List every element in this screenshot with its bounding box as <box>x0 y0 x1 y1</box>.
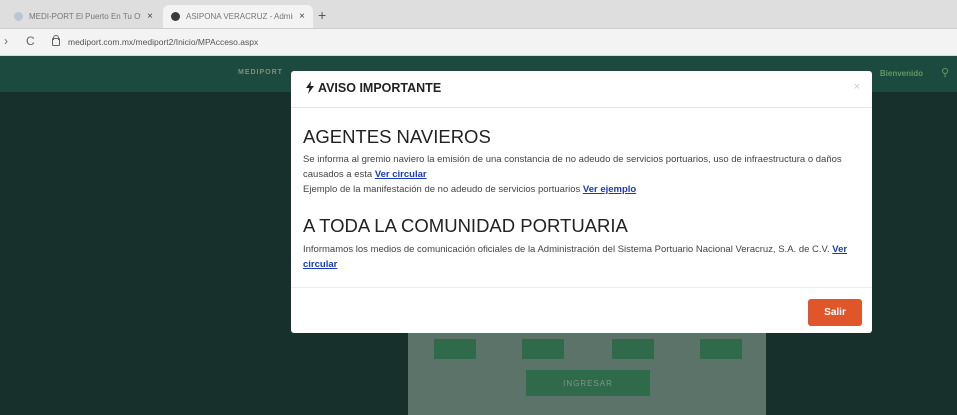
url-text: mediport.com.mx/mediport2/Inicio/MPAcces… <box>68 37 259 47</box>
reload-icon[interactable]: C <box>26 34 35 48</box>
tab-title: ASIPONA VERACRUZ - Administración <box>186 12 293 21</box>
login-panel: INGRESAR <box>408 326 766 415</box>
search-icon[interactable]: ⚲ <box>941 66 949 79</box>
panel-button[interactable] <box>434 339 476 359</box>
example-text: Ejemplo de la manifestación de no adeudo… <box>303 184 583 195</box>
ver-circular-link-1[interactable]: Ver circular <box>375 169 427 180</box>
tab-close-icon[interactable]: × <box>299 11 305 22</box>
lightning-bolt-icon <box>306 81 314 94</box>
back-icon[interactable]: › <box>4 34 8 48</box>
panel-button[interactable] <box>612 339 654 359</box>
panel-button[interactable] <box>700 339 742 359</box>
panel-button[interactable] <box>522 339 564 359</box>
ver-ejemplo-link[interactable]: Ver ejemplo <box>583 184 636 195</box>
close-icon[interactable]: × <box>854 81 860 93</box>
browser-tab-asipona[interactable]: ASIPONA VERACRUZ - Administración × <box>163 5 313 28</box>
section2-paragraph: Informamos los medios de comunicación of… <box>303 242 853 272</box>
browser-tab-mediport[interactable]: MEDI-PORT El Puerto En Tu Oficina × <box>6 5 161 28</box>
section1-paragraph: Se informa al gremio naviero la emisión … <box>303 152 853 182</box>
url-field[interactable]: mediport.com.mx/mediport2/Inicio/MPAcces… <box>48 33 928 51</box>
salir-button[interactable]: Salir <box>808 299 862 326</box>
section2-text: Informamos los medios de comunicación of… <box>303 244 833 255</box>
modal-header: AVISO IMPORTANTE × <box>291 71 872 108</box>
site-logo: MEDIPORT <box>238 69 283 76</box>
section-heading-agentes: AGENTES NAVIEROS <box>303 126 491 147</box>
notice-modal: AVISO IMPORTANTE × AGENTES NAVIEROS Se i… <box>291 71 872 333</box>
modal-title: AVISO IMPORTANTE <box>318 81 442 95</box>
header-welcome: Bienvenido <box>879 69 923 78</box>
favicon-icon <box>14 12 23 21</box>
browser-address-bar: › C mediport.com.mx/mediport2/Inicio/MPA… <box>0 29 957 56</box>
browser-tab-bar: MEDI-PORT El Puerto En Tu Oficina × ASIP… <box>0 0 957 29</box>
tab-title: MEDI-PORT El Puerto En Tu Oficina <box>29 12 141 21</box>
section1-example: Ejemplo de la manifestación de no adeudo… <box>303 182 853 197</box>
section-heading-comunidad: A TODA LA COMUNIDAD PORTUARIA <box>303 215 628 236</box>
lock-icon <box>52 35 60 46</box>
tab-close-icon[interactable]: × <box>147 11 153 22</box>
new-tab-button[interactable]: + <box>318 7 326 23</box>
ingresar-button[interactable]: INGRESAR <box>526 370 650 396</box>
modal-footer-divider <box>291 287 872 288</box>
favicon-icon <box>171 12 180 21</box>
